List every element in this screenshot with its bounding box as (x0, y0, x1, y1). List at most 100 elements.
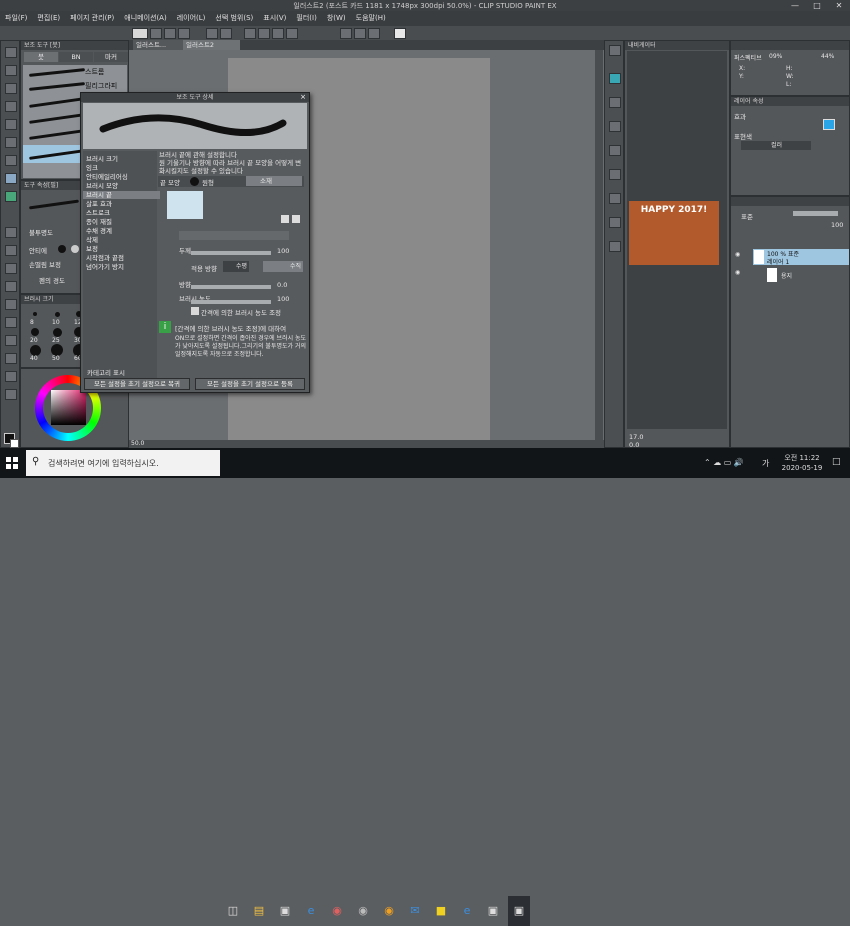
category-item[interactable]: 수채 경계 (83, 227, 160, 235)
brush-size-dot[interactable] (31, 328, 39, 336)
brush-size-dot[interactable] (29, 344, 41, 356)
category-item[interactable]: 잉크 (83, 164, 160, 172)
figure-tool-icon[interactable] (5, 299, 17, 310)
redo-icon[interactable] (220, 28, 232, 39)
saturation-square[interactable] (51, 390, 86, 425)
thickness-slider[interactable] (191, 251, 271, 255)
navigator-zoom[interactable]: 17.0 (629, 433, 643, 441)
sub-view-icon[interactable] (609, 169, 621, 180)
menu-view[interactable]: 표시(V) (258, 11, 291, 26)
eraser-tool-icon[interactable] (5, 227, 17, 238)
category-item[interactable]: 살포 효과 (83, 200, 160, 208)
close-button[interactable]: ✕ (828, 0, 850, 11)
pen-tool-icon[interactable] (5, 137, 17, 148)
fill-tool-icon[interactable] (5, 263, 17, 274)
snap-ruler-icon[interactable] (340, 28, 352, 39)
undo-icon[interactable] (206, 28, 218, 39)
navigator-icon[interactable] (609, 145, 621, 156)
new-icon[interactable] (150, 28, 162, 39)
layer-color-swatch[interactable] (823, 119, 835, 130)
color-set-icon[interactable] (609, 217, 621, 228)
vertical-scrollbar[interactable] (595, 50, 603, 440)
thickness-value[interactable]: 100 (277, 247, 289, 255)
store-icon[interactable]: ▣ (274, 896, 296, 926)
reset-all-button[interactable]: 모든 설정을 초기 설정으로 복귀 (84, 378, 190, 390)
menu-help[interactable]: 도움말(H) (351, 11, 391, 26)
text-tool-icon[interactable] (5, 353, 17, 364)
search-box[interactable]: ⚲ 검색하려면 여기에 입력하십시오. (26, 450, 220, 476)
clock-date[interactable]: 2020-05-19 (780, 464, 824, 472)
ruler-tool-icon[interactable] (5, 335, 17, 346)
tab-brush[interactable]: 붓 (24, 52, 58, 62)
menu-select[interactable]: 선택 범위(S) (210, 11, 258, 26)
add-material-icon[interactable] (281, 215, 289, 223)
mail-icon[interactable]: ✉ (404, 896, 426, 926)
save-icon[interactable] (178, 28, 190, 39)
category-item[interactable]: 시작점과 끝점 (83, 254, 160, 262)
eyedropper-tool-icon[interactable] (5, 119, 17, 130)
csp-taskbar-icon[interactable]: ▣ (482, 896, 504, 926)
file-explorer-icon[interactable]: ▤ (248, 896, 270, 926)
category-item[interactable]: 보정 (83, 245, 160, 253)
round-tip-option[interactable]: 원형 (202, 177, 214, 187)
eye-icon[interactable]: ◉ (735, 269, 742, 276)
minimize-button[interactable]: — (784, 0, 806, 11)
brush-item-label[interactable]: 필리그라피 (85, 81, 117, 91)
history-icon[interactable] (609, 121, 621, 132)
search-icon[interactable] (609, 45, 621, 56)
category-item[interactable]: 브러시 모양 (83, 182, 160, 190)
start-icon[interactable] (6, 457, 18, 469)
app-icon[interactable]: ◉ (326, 896, 348, 926)
material-icon[interactable] (609, 73, 621, 84)
csp-active-taskbar-icon[interactable]: ▣ (508, 896, 530, 926)
steam-icon[interactable]: ◉ (352, 896, 374, 926)
category-item[interactable]: 브러시 크기 (83, 155, 160, 163)
edge-icon[interactable]: e (300, 896, 322, 926)
category-item[interactable]: 종이 재질 (83, 218, 160, 226)
delete-material-icon[interactable] (292, 215, 300, 223)
balloon-tool-icon[interactable] (5, 371, 17, 382)
direction-slider[interactable] (191, 285, 271, 289)
layer-opacity-slider[interactable] (793, 211, 838, 216)
chrome-icon[interactable]: ◉ (378, 896, 400, 926)
blend-mode-select[interactable]: 표준 (741, 211, 753, 221)
brush-stroke-preview[interactable] (29, 113, 85, 124)
pencil-tool-icon[interactable] (5, 155, 17, 166)
category-item[interactable]: 안티에일리어싱 (83, 173, 160, 181)
transform-icon[interactable] (258, 28, 270, 39)
app-logo-icon[interactable] (132, 28, 148, 39)
brush-stroke-preview[interactable] (29, 97, 85, 108)
menu-page[interactable]: 페이지 관리(P) (65, 11, 119, 26)
task-view-icon[interactable]: ◫ (222, 896, 244, 926)
auto-select-tool-icon[interactable] (5, 101, 17, 112)
display-color-select[interactable]: 컬러 (741, 141, 811, 150)
correct-line-tool-icon[interactable] (5, 389, 17, 400)
category-item[interactable]: 스트로크 (83, 209, 160, 217)
snap-grid-icon[interactable] (368, 28, 380, 39)
auto-action-icon[interactable] (609, 193, 621, 204)
menu-layer[interactable]: 레이어(L) (172, 11, 211, 26)
density-slider[interactable] (191, 300, 271, 304)
eye-icon[interactable]: ◉ (735, 251, 742, 258)
brush-size-dot[interactable] (33, 312, 37, 316)
menu-window[interactable]: 창(W) (322, 11, 351, 26)
fill-icon[interactable] (272, 28, 284, 39)
gradient-tool-icon[interactable] (5, 281, 17, 292)
tab-bn[interactable]: BN (59, 52, 93, 62)
navigator-preview[interactable]: HAPPY 2017! (629, 201, 719, 265)
tip-segment-bar[interactable] (179, 231, 289, 240)
tab-illustration-2[interactable]: 일러스트2 (183, 40, 240, 50)
density-value[interactable]: 100 (277, 295, 289, 303)
layer-icon[interactable] (609, 97, 621, 108)
intermediate-color-icon[interactable] (609, 241, 621, 252)
brush-size-dot[interactable] (54, 311, 60, 317)
blend-tool-icon[interactable] (5, 245, 17, 256)
register-all-button[interactable]: 모든 설정을 초기 설정으로 등록 (195, 378, 305, 390)
menu-file[interactable]: 파일(F) (0, 11, 32, 26)
tab-marker[interactable]: 마커 (94, 52, 128, 62)
move-tool-icon[interactable] (5, 65, 17, 76)
adjust-density-checkbox[interactable] (191, 307, 199, 315)
tip-material-thumbnail[interactable] (167, 191, 203, 219)
navigator-tab[interactable]: 내비게이터 (625, 41, 729, 50)
brush-size-dot[interactable] (52, 327, 62, 337)
